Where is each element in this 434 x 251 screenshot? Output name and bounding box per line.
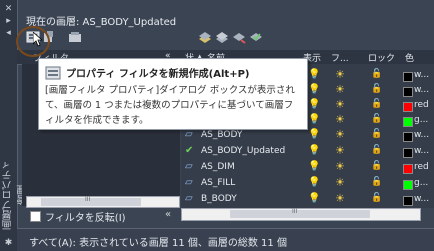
lightbulb-icon[interactable]: 💡 [308, 129, 320, 140]
color-name[interactable]: w... [414, 85, 429, 95]
sun-icon[interactable]: ☀ [335, 113, 345, 126]
color-name[interactable]: w... [414, 194, 429, 204]
layer-name[interactable]: AS_DIM [201, 162, 235, 172]
color-name[interactable]: g... [414, 178, 428, 188]
new-layer-vp-frozen-button[interactable] [215, 30, 229, 44]
tooltip: プロパティ フィルタを新規作成(Alt+P) [画層フィルタ プロパティ]ダイア… [38, 58, 308, 130]
color-name[interactable]: w... [414, 130, 429, 140]
close-icon[interactable]: ✕ [3, 4, 14, 14]
new-layer-button[interactable] [198, 30, 212, 44]
color-swatch[interactable] [403, 180, 413, 190]
sun-icon[interactable]: ☀ [335, 68, 345, 81]
invert-filter-label: フィルタを反転(I) [45, 213, 126, 224]
color-name[interactable]: red [414, 162, 429, 172]
scrollbar-thumb[interactable]: III [230, 208, 370, 218]
lightbulb-icon[interactable]: 💡 [308, 84, 320, 95]
layer-row[interactable]: ▱ AS_BODY 💡 ☀ 🔓 w... [181, 128, 434, 143]
layer-properties-manager: ✕ ▸ ◂ 画層プロパティ管理 ✱ 現在の画層: AS_BODY_Updated [0, 0, 434, 251]
lock-icon[interactable]: 🔓 [371, 145, 382, 155]
lock-icon[interactable]: 🔓 [371, 161, 382, 171]
layer-row[interactable]: ▱ AS_FILL 💡 ☀ 🔓 g... [181, 176, 434, 191]
tooltip-title: プロパティ フィルタを新規作成(Alt+P) [66, 69, 250, 80]
layer-status-icon: ✔ [185, 145, 194, 156]
lock-icon[interactable]: 🔓 [371, 84, 382, 94]
lightbulb-icon[interactable]: 💡 [308, 99, 320, 110]
freeze-column-header[interactable]: フ... [331, 51, 349, 64]
properties-menu-icon[interactable]: ◂ [3, 28, 14, 38]
lightbulb-icon[interactable]: 💡 [308, 193, 320, 204]
lightbulb-icon[interactable]: 💡 [308, 69, 320, 80]
color-column-header[interactable]: 色 [405, 51, 414, 64]
color-name[interactable]: g... [414, 115, 428, 125]
autohide-icon[interactable]: ▸ [3, 16, 14, 26]
collapse-filter-pane-button[interactable]: « [165, 209, 171, 220]
scrollbar-thumb[interactable]: III [41, 196, 141, 206]
layer-status-icon: ▱ [185, 177, 193, 188]
sun-icon[interactable]: ☀ [335, 192, 345, 205]
set-current-button[interactable] [249, 30, 263, 44]
layer-name[interactable]: AS_BODY [201, 130, 242, 140]
lock-icon[interactable]: 🔓 [371, 193, 382, 203]
status-text: すべて(A): 表示されている画層 11 個、画層の総数 11 個 [29, 238, 287, 249]
invert-filter-checkbox[interactable]: フィルタを反転(I) [30, 209, 126, 224]
settings-icon[interactable]: ✱ [3, 238, 14, 248]
lock-icon[interactable]: 🔓 [371, 114, 382, 124]
mouse-cursor-icon [32, 31, 44, 51]
sun-icon[interactable]: ☀ [335, 144, 345, 157]
scroll-grip: III [292, 208, 298, 215]
lock-icon[interactable]: 🔓 [371, 129, 382, 139]
new-property-filter-icon [45, 65, 61, 84]
sun-icon[interactable]: ☀ [335, 160, 345, 173]
color-name[interactable]: w... [414, 146, 429, 156]
layer-row[interactable]: ▱ B_BODY 💡 ☀ 🔓 w... [181, 192, 434, 207]
palette-title: 画層プロパティ管理 [3, 160, 29, 230]
toolbar [22, 28, 432, 48]
color-swatch[interactable] [403, 164, 413, 174]
tooltip-body: [画層フィルタ プロパティ]ダイアログ ボックスが表示されて、画層の 1 つまた… [45, 85, 295, 126]
color-swatch[interactable] [403, 196, 413, 206]
lock-icon[interactable]: 🔓 [371, 177, 382, 187]
lightbulb-icon[interactable]: 💡 [308, 177, 320, 188]
layer-name[interactable]: AS_BODY_Updated [201, 146, 285, 156]
layer-status-icon: ▱ [185, 129, 193, 140]
color-swatch[interactable] [403, 72, 413, 82]
color-swatch[interactable] [403, 117, 413, 127]
status-bar: すべて(A): 表示されている画層 11 個、画層の総数 11 個 [17, 228, 434, 251]
layer-list-horizontal-scrollbar[interactable]: III [181, 208, 421, 221]
filter-horizontal-scrollbar[interactable]: III [26, 196, 180, 208]
sun-icon[interactable]: ☀ [335, 98, 345, 111]
lightbulb-icon[interactable]: 💡 [308, 145, 320, 156]
current-layer-label: 現在の画層: AS_BODY_Updated [26, 17, 177, 28]
sun-icon[interactable]: ☀ [335, 83, 345, 96]
lock-icon[interactable]: 🔓 [371, 69, 382, 79]
layer-status-icon: ▱ [185, 161, 193, 172]
layer-row[interactable]: ✔ AS_BODY_Updated 💡 ☀ 🔓 w... [181, 144, 434, 159]
scroll-grip: III [85, 196, 91, 203]
layer-status-icon: ▱ [185, 193, 193, 204]
color-name[interactable]: w... [414, 70, 429, 80]
lock-icon[interactable]: 🔓 [371, 99, 382, 109]
color-swatch[interactable] [403, 87, 413, 97]
sun-icon[interactable]: ☀ [335, 176, 345, 189]
layer-name[interactable]: B_BODY [201, 194, 237, 204]
layer-states-manager-button[interactable] [68, 30, 82, 44]
lightbulb-icon[interactable]: 💡 [308, 114, 320, 125]
delete-layer-button[interactable] [232, 30, 246, 44]
color-swatch[interactable] [403, 132, 413, 142]
checkbox-box[interactable] [30, 211, 41, 222]
lock-column-header[interactable]: ロック [368, 51, 395, 64]
layer-row[interactable]: ▱ AS_DIM 💡 ☀ 🔓 red [181, 160, 434, 175]
sun-icon[interactable]: ☀ [335, 128, 345, 141]
layer-name[interactable]: AS_FILL [201, 178, 235, 188]
color-name[interactable]: red [414, 100, 429, 110]
lightbulb-icon[interactable]: 💡 [308, 161, 320, 172]
color-swatch[interactable] [403, 148, 413, 158]
color-swatch[interactable] [403, 102, 413, 112]
